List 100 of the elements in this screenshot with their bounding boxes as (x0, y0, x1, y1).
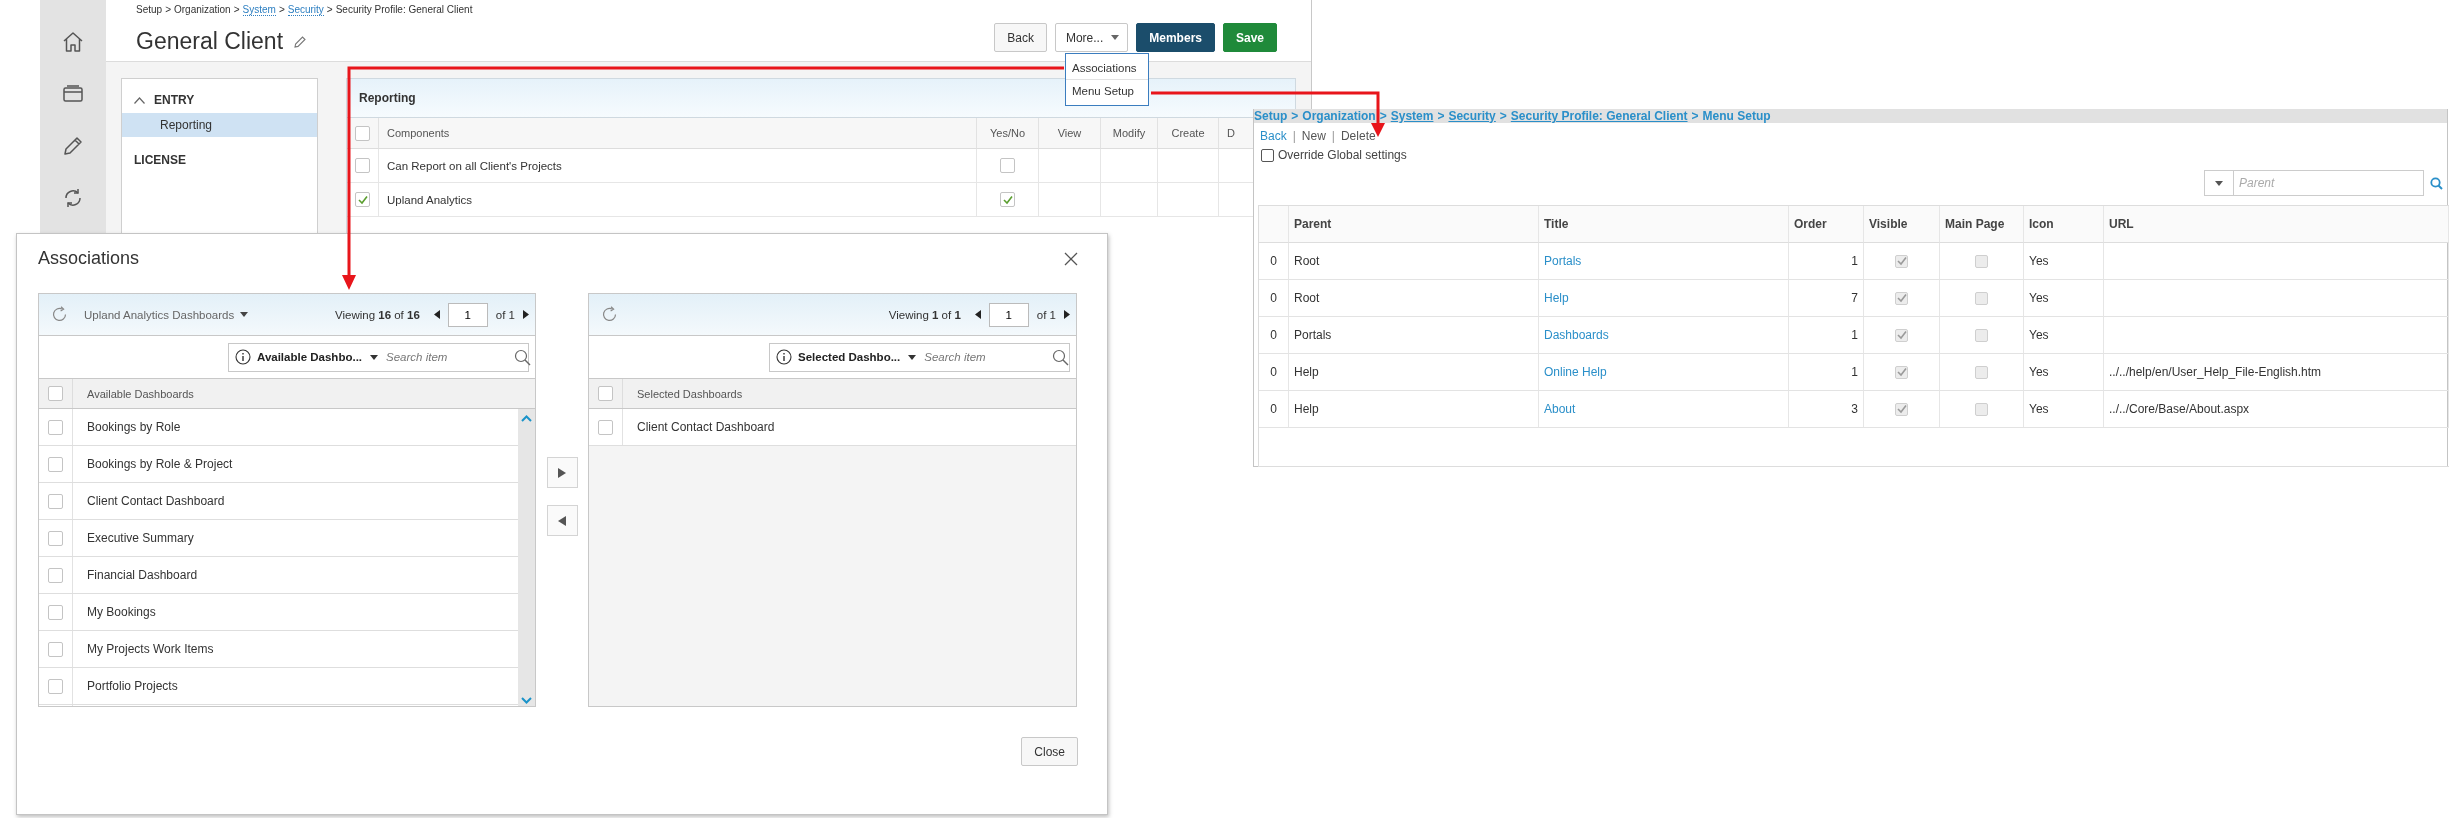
pencil-icon[interactable] (293, 34, 308, 49)
nav-section[interactable]: LICENSE (134, 153, 186, 167)
move-left-button[interactable] (546, 505, 578, 536)
table-cell: Yes (2024, 354, 2104, 391)
table-cell: Portals (1289, 317, 1539, 354)
chevron-up-icon[interactable] (134, 96, 145, 104)
checkbox[interactable] (355, 125, 370, 141)
nav-item[interactable]: Reporting (122, 113, 317, 137)
next-page-icon[interactable] (523, 310, 529, 319)
breadcrumb-link[interactable]: System (242, 4, 276, 16)
list-item[interactable]: My Projects Work Items (73, 642, 214, 656)
breadcrumb-item[interactable]: Security Profile: General Client (335, 4, 473, 16)
save-button[interactable]: Save (1222, 23, 1277, 52)
more-dropdown[interactable]: More... (1054, 23, 1129, 52)
move-right-button[interactable] (546, 457, 578, 488)
checkbox[interactable] (598, 386, 613, 401)
table-cell: Yes (2024, 280, 2104, 317)
refresh-icon[interactable] (51, 306, 68, 323)
menu-item[interactable]: Menu Setup (1066, 79, 1148, 102)
list-item[interactable]: Bookings by Role & Project (73, 457, 233, 471)
column-header: Icon (2024, 206, 2104, 243)
column-header: Parent (1289, 206, 1539, 243)
chevron-down-icon[interactable] (521, 697, 532, 704)
next-page-icon[interactable] (1064, 310, 1070, 319)
checkbox[interactable] (48, 419, 63, 435)
filter-dropdown[interactable]: Available Dashbo... (257, 351, 379, 363)
back-button[interactable]: Back (994, 23, 1047, 52)
breadcrumb-separator: > (233, 4, 240, 16)
info-icon[interactable] (235, 349, 251, 365)
check-icon (1896, 330, 1907, 340)
pencil-icon[interactable] (61, 134, 85, 158)
action-link[interactable]: New (1301, 129, 1326, 143)
action-link[interactable]: Back (1260, 129, 1287, 143)
filter-field[interactable]: Parent (2234, 170, 2424, 196)
info-icon[interactable] (776, 349, 792, 365)
checkbox[interactable] (1000, 158, 1015, 173)
checkbox[interactable] (48, 567, 63, 583)
checkbox[interactable] (598, 419, 613, 435)
checkbox[interactable] (355, 192, 370, 207)
close-button[interactable]: Close (1021, 737, 1078, 766)
title-link[interactable]: Help (1544, 291, 1569, 305)
breadcrumb-item[interactable]: Organization (174, 4, 231, 16)
column-header: Visible (1864, 206, 1940, 243)
column-header: View (1039, 118, 1101, 149)
home-icon[interactable] (61, 30, 85, 54)
check-icon (1896, 404, 1907, 414)
page-field[interactable]: 1 (988, 302, 1029, 327)
breadcrumb-separator: > (1379, 109, 1387, 123)
search-icon[interactable] (1052, 348, 1070, 366)
scrollbar[interactable] (518, 409, 535, 706)
checkbox[interactable] (48, 530, 63, 546)
previous-page-icon[interactable] (974, 310, 981, 319)
viewing-count: Viewing 16 of 16 (334, 308, 420, 321)
breadcrumb-separator: > (165, 4, 171, 16)
row-number: 0 (1259, 354, 1289, 391)
checkbox[interactable] (48, 386, 63, 401)
category-dropdown[interactable]: Upland Analytics Dashboards (84, 308, 249, 321)
filter-dropdown[interactable]: Selected Dashbo... (798, 351, 917, 363)
checkbox[interactable] (355, 158, 370, 173)
page-field[interactable]: 1 (447, 302, 488, 327)
checkbox[interactable] (1000, 192, 1015, 207)
title-link[interactable]: Portals (1544, 254, 1582, 268)
search-field[interactable]: Search item (922, 350, 1047, 364)
checkbox[interactable] (48, 456, 63, 472)
members-button[interactable]: Members (1136, 23, 1215, 52)
list-item[interactable]: My Bookings (73, 605, 156, 619)
title-link[interactable]: Dashboards (1544, 328, 1609, 342)
row-number: 0 (1259, 280, 1289, 317)
list-item[interactable]: Client Contact Dashboard (73, 494, 225, 508)
checkbox[interactable] (48, 493, 63, 509)
close-icon[interactable] (1064, 252, 1078, 266)
checkbox[interactable] (48, 641, 63, 657)
list-item[interactable]: Financial Dashboard (73, 568, 198, 582)
list-item[interactable]: Executive Summary (73, 531, 194, 545)
breadcrumb-separator: > (1499, 109, 1507, 123)
search-icon[interactable] (514, 348, 532, 366)
nav-section[interactable]: ENTRY (154, 93, 195, 107)
checkbox[interactable] (1261, 148, 1274, 162)
previous-page-icon[interactable] (433, 310, 440, 319)
filter-dropdown[interactable] (2204, 170, 2234, 196)
check-icon (1896, 367, 1907, 377)
title-link[interactable]: About (1544, 402, 1576, 416)
search-icon[interactable] (2430, 176, 2443, 190)
breadcrumb-link[interactable]: Security (287, 4, 324, 16)
list-item[interactable]: Bookings by Role (73, 420, 181, 434)
checkbox-label[interactable]: Override Global settings (1278, 148, 1407, 162)
chevron-up-icon[interactable] (521, 415, 532, 422)
title-link[interactable]: Online Help (1544, 365, 1607, 379)
menu-item[interactable]: Associations (1066, 57, 1148, 79)
breadcrumb-item[interactable]: Setup (136, 4, 163, 16)
checkbox[interactable] (48, 604, 63, 620)
search-field[interactable]: Search item (384, 350, 509, 364)
caret-icon (240, 312, 249, 317)
action-link[interactable]: Delete (1340, 129, 1376, 143)
refresh-icon[interactable] (601, 306, 618, 323)
checkbox[interactable] (48, 678, 63, 694)
row-number: 0 (1259, 391, 1289, 428)
list-item[interactable]: Portfolio Projects (73, 679, 178, 693)
list-item[interactable]: Client Contact Dashboard (623, 420, 775, 434)
column-header: Main Page (1940, 206, 2024, 243)
